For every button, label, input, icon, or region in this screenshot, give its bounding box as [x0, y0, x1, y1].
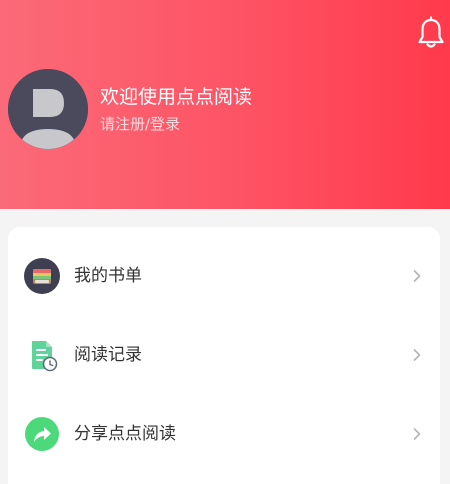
bell-icon[interactable] [416, 16, 446, 50]
default-avatar-icon[interactable] [8, 69, 88, 149]
share-icon [25, 417, 59, 451]
menu-item-share[interactable]: 分享点点阅读 [8, 404, 440, 464]
register-login-link[interactable]: 请注册/登录 [100, 114, 180, 134]
menu-item-label: 阅读记录 [74, 345, 142, 365]
menu-item-booklist[interactable]: 我的书单 [8, 246, 440, 306]
booklist-icon [24, 258, 60, 294]
menu-card: 我的书单 阅读记录 分享点点阅读 [8, 227, 440, 484]
menu-item-label: 分享点点阅读 [74, 424, 176, 444]
chevron-right-icon [413, 428, 421, 440]
menu-item-label: 我的书单 [74, 266, 142, 286]
welcome-text: 欢迎使用点点阅读 [100, 86, 253, 108]
menu-item-reading-history[interactable]: 阅读记录 [8, 325, 440, 385]
profile-header: 欢迎使用点点阅读 请注册/登录 [0, 0, 450, 209]
chevron-right-icon [413, 270, 421, 282]
chevron-right-icon [413, 349, 421, 361]
reading-history-icon [32, 341, 58, 372]
